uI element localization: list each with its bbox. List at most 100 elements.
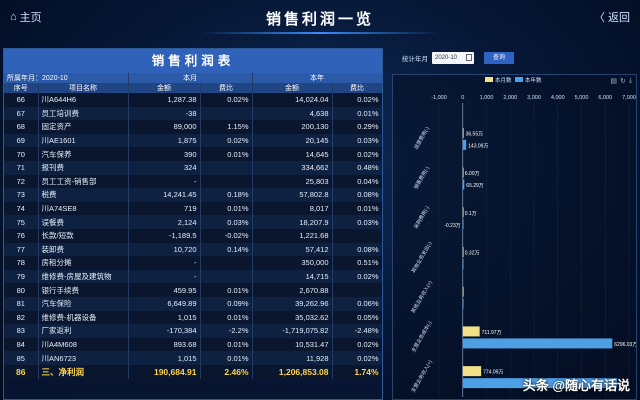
cell-name: 固定资产 [38,120,129,134]
back-button[interactable]: 〈 返回 [594,9,630,25]
bar-month [462,286,464,297]
cell-no: 73 [4,188,39,202]
cell-month-amount: 324 [128,160,201,175]
cell-name: 川A644H6 [38,93,129,107]
cell-month-ratio: 0.09% [200,296,253,311]
cell-month-amount: - [128,269,201,284]
data-label: 65.29万 [466,183,484,189]
cell-year-amount: 8,017 [252,201,333,216]
cell-name: 长款/短款 [38,228,129,243]
cell-name: 员工培训费 [38,106,129,121]
cell-name: 银行手续费 [38,283,129,297]
cell-year-amount: 11,928 [252,351,333,365]
cell-month-ratio: 0.01% [200,201,253,216]
cell-month-amount: 10,720 [128,242,201,257]
group-month-header: 本月 [128,73,253,83]
table-row: 84 川A4M608 893.68 0.01% 10,531.47 0.02% [4,337,382,352]
cell-name: 误餐费 [38,215,129,229]
profit-table: 所属年月：2020-10 本月 本年 序号 项目名称 金额 费比 金额 费比 6… [4,73,382,379]
cell-month-ratio: 0.01% [200,351,253,365]
cell-no: 80 [4,283,39,297]
cell-year-amount: 18,207.9 [252,215,333,229]
refresh-icon[interactable]: ↻ [620,77,626,85]
month-picker[interactable]: 2020-10 [432,52,474,64]
cell-no: 67 [4,106,39,121]
data-label: 143.09万 [468,143,488,149]
cell-no: 83 [4,324,39,338]
month-picker-value: 2020-10 [435,55,458,61]
cell-month-ratio [200,174,253,189]
col-year-ratio-header: 费比 [332,83,382,93]
cell-year-ratio: 0.48% [332,160,382,175]
data-view-icon[interactable]: ▤ [610,77,617,85]
table-row: 80 银行手续费 459.95 0.01% 2,670.88 [4,283,382,297]
cell-year-ratio: 0.08% [332,188,382,202]
cell-year-amount: 1,206,853.08 [252,364,333,379]
table-title: 销售利润表 [4,49,382,73]
cell-no: 77 [4,242,39,257]
cell-year-amount: 2,670.88 [252,283,333,297]
cell-year-ratio: 0.01% [332,201,382,216]
cell-month-amount: 1,015 [128,310,201,325]
cell-month-amount: 6,649.89 [128,296,201,311]
category-label: 运营费用(-) [412,125,431,150]
table-body: 66 川A644H6 1,287.38 0.02% 14,024.04 0.02% 67 员工… [4,93,382,379]
x-tick-label: 2,000 [503,95,517,101]
cell-year-amount: 14,024.04 [252,93,333,107]
cell-name: 川AE1601 [38,133,129,148]
category-label: 销售费用(-) [412,165,431,190]
query-button[interactable]: 查询 [484,52,514,64]
cell-year-ratio: 0.29% [332,120,382,134]
back-icon: 〈 [594,12,605,24]
x-tick-label: 0 [461,95,464,101]
top-bar: ⌂ 主页 销售利润一览 〈 返回 [0,0,640,38]
cell-year-ratio: 0.03% [332,133,382,148]
cell-year-ratio: 0.01% [332,106,382,121]
table-row: 66 川A644H6 1,287.38 0.02% 14,024.04 0.02% [4,93,382,107]
cell-year-amount: 14,715 [252,269,333,284]
cell-month-amount: 390 [128,147,201,161]
col-month-ratio-header: 费比 [200,83,253,93]
back-label: 返回 [608,12,630,24]
cell-month-ratio: -2.2% [200,324,253,338]
cell-year-ratio: 0.02% [332,337,382,352]
bar-month [462,207,464,218]
cell-month-amount: -38 [128,106,201,121]
bar-year [462,298,464,309]
data-label: -0.23万 [444,223,460,229]
cell-year-ratio: 1.74% [332,364,382,379]
page-title: 销售利润一览 [265,11,374,28]
cell-year-amount: 10,531.47 [252,337,333,352]
cell-month-amount: 719 [128,201,201,216]
cell-no: 82 [4,310,39,325]
cell-month-ratio: 0.02% [200,133,253,148]
x-tick-label: 3,000 [527,95,541,101]
cell-name: 川A4M608 [38,337,129,352]
cell-no: 81 [4,296,39,311]
download-icon[interactable]: ⤓ [629,77,632,85]
cell-name: 员工工资-销售部 [38,174,129,189]
cell-month-amount: -1,189.5 [128,228,201,243]
cell-month-ratio [200,106,253,121]
x-tick-label: -1,000 [431,95,447,101]
table-row: 71 报刊费 324 334,662 0.48% [4,160,382,175]
bar-year [462,139,467,150]
filter-label: 统计年月 [402,56,428,63]
table-row: 73 税费 14,241.45 0.18% 57,802.8 0.08% [4,188,382,202]
data-label: 711.97万 [482,330,502,336]
cell-name: 房租分摊 [38,256,129,270]
cell-name: 税费 [38,188,129,202]
cell-no: 70 [4,147,39,161]
legend-swatch-0 [485,77,493,82]
cell-no: 84 [4,337,39,352]
bar-year [462,259,464,269]
cell-month-amount: 89,000 [128,120,201,134]
table-row: 70 汽车保养 390 0.01% 14,645 0.02% [4,147,382,161]
cell-year-amount: 200,130 [252,120,333,134]
legend-label-1: 本年数 [525,76,542,84]
cell-no: 86 [4,364,39,379]
cell-year-ratio: 0.04% [332,174,382,189]
category-label: 其他业务收入(+) [410,279,434,314]
cell-month-amount: - [128,174,201,189]
cell-month-ratio: 2.46% [200,364,253,379]
